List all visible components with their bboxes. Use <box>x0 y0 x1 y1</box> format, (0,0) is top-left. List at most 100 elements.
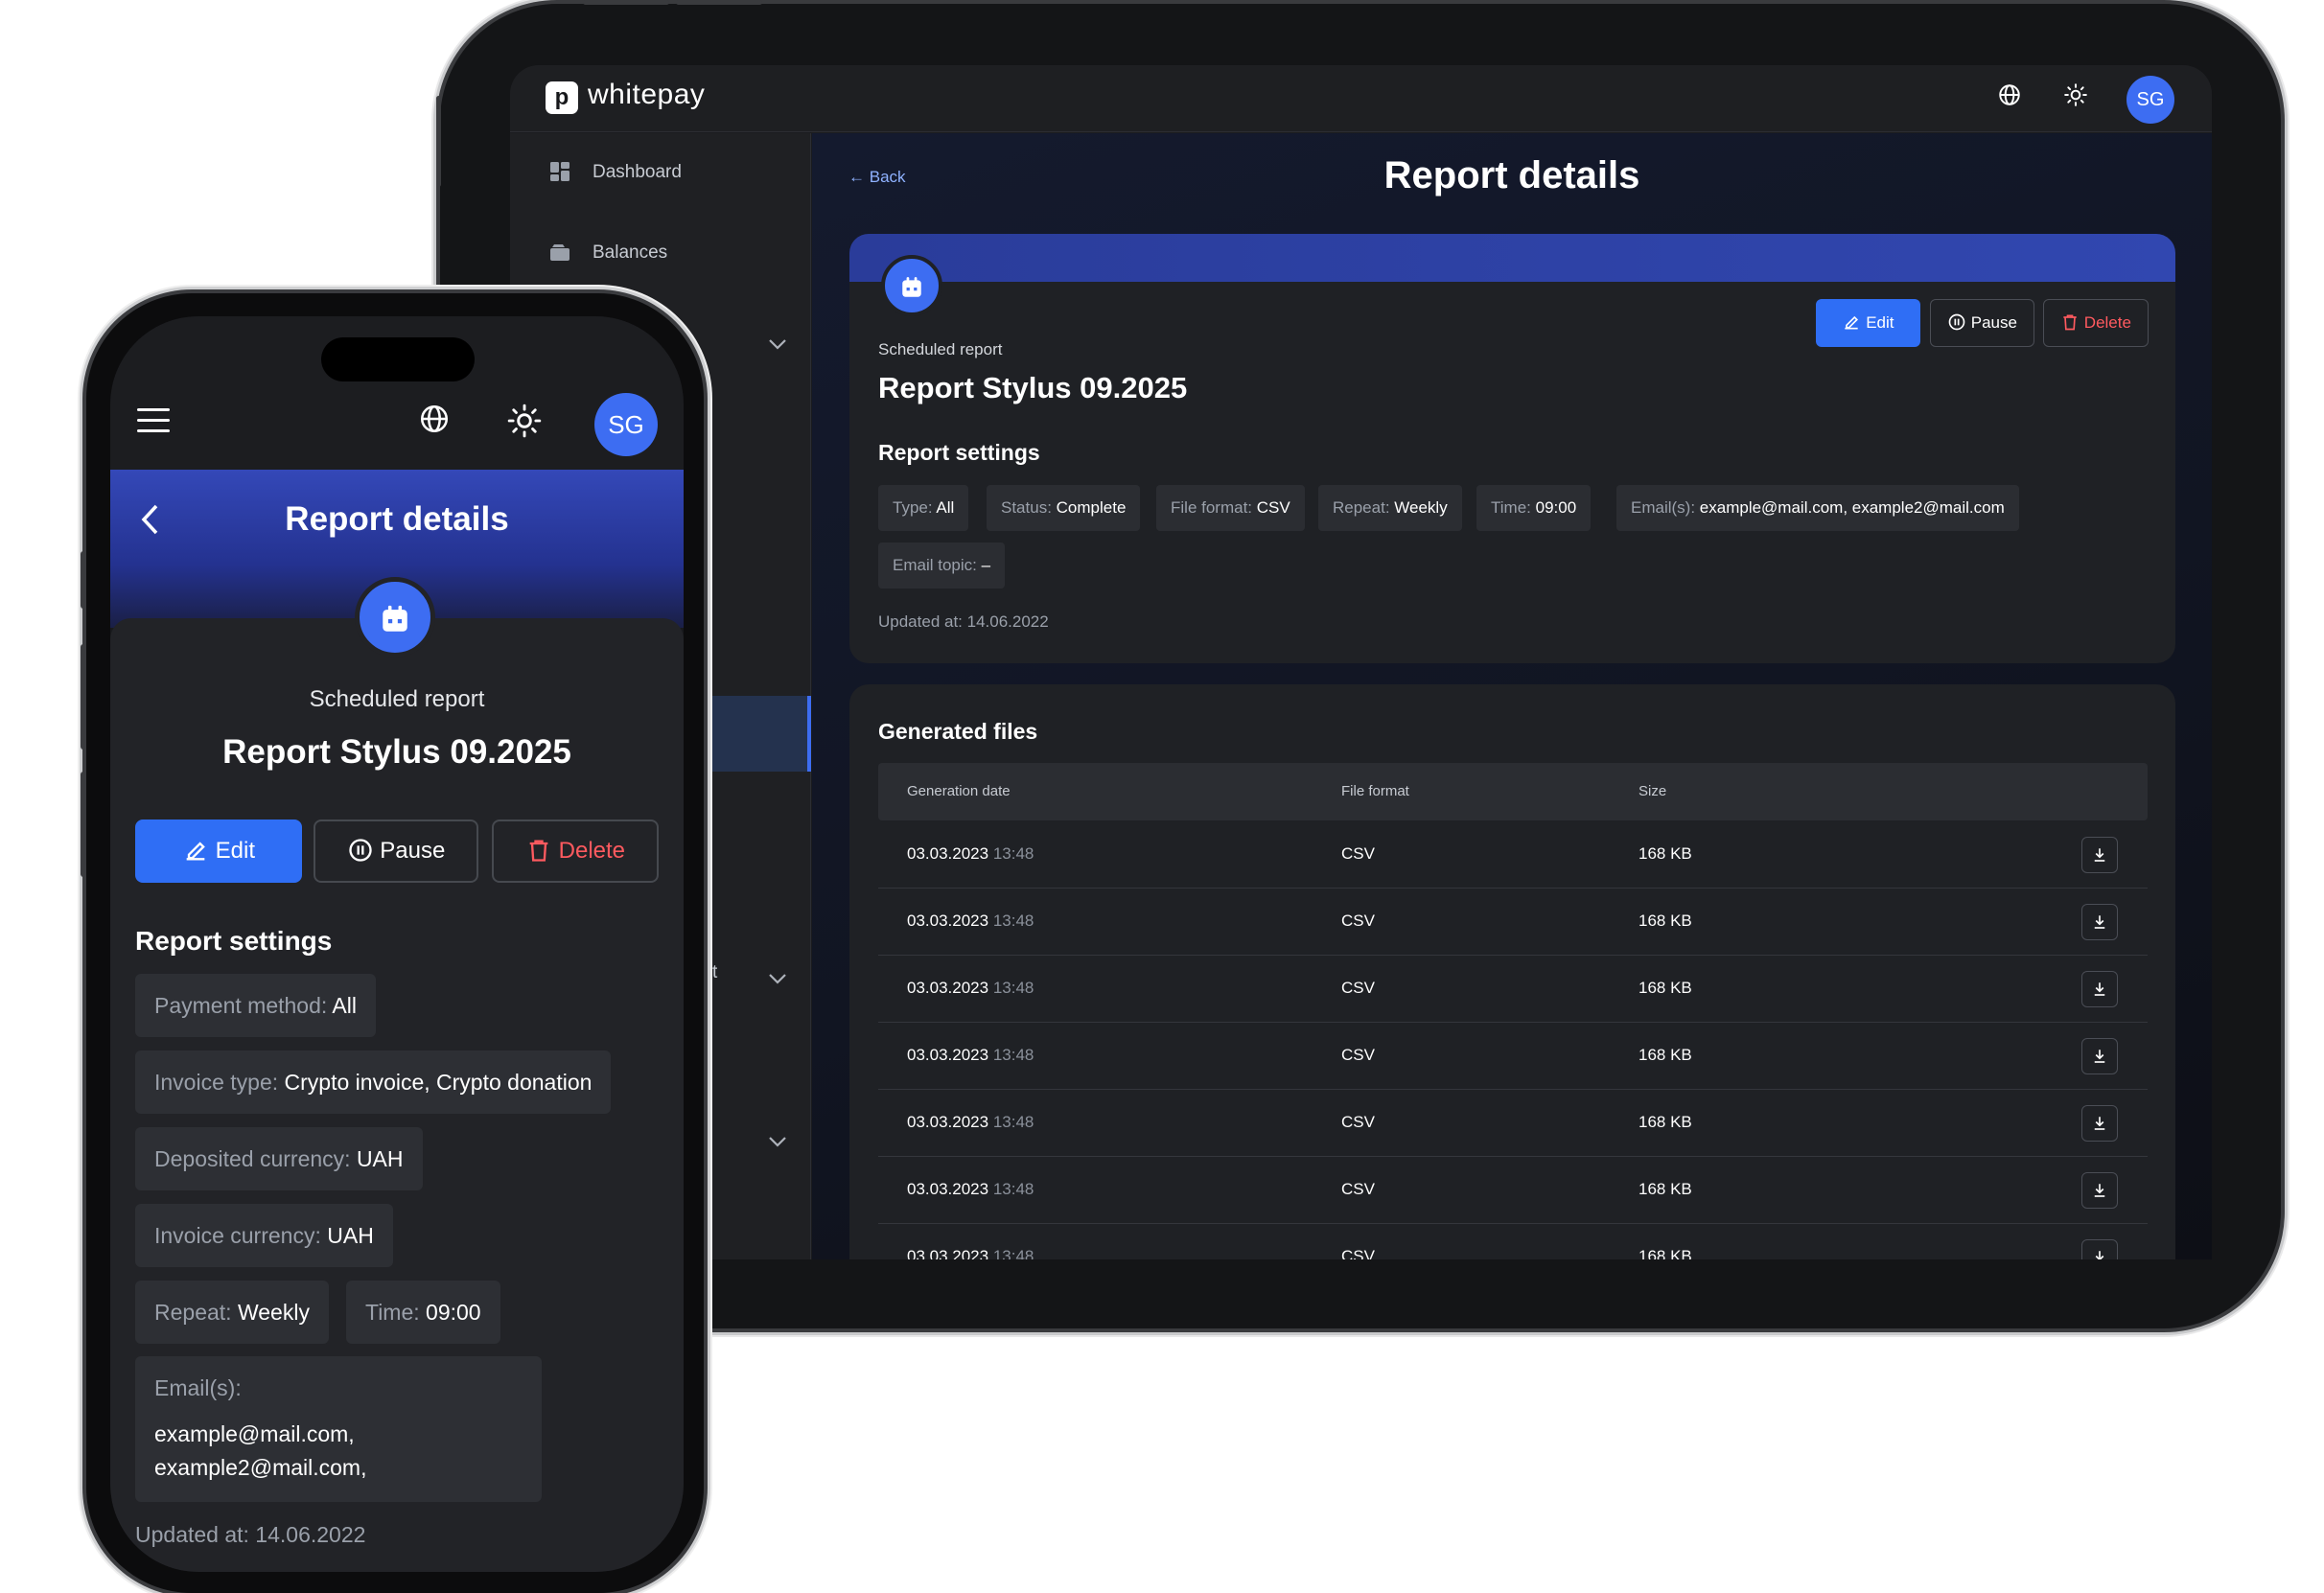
cell-generation-date: 03.03.2023 13:48 <box>907 979 1034 998</box>
settings-heading: Report settings <box>135 926 333 956</box>
cell-size: 168 KB <box>1638 912 1692 930</box>
avatar[interactable]: SG <box>594 393 658 456</box>
avatar[interactable]: SG <box>2126 76 2174 124</box>
report-name: Report Stylus 09.2025 <box>878 371 1188 404</box>
edit-button[interactable]: Edit <box>135 820 302 883</box>
phone-screen: SG Report details Scheduled report Repor… <box>110 316 684 1572</box>
cell-generation-date: 03.03.2023 13:48 <box>907 1046 1034 1065</box>
download-button[interactable] <box>2081 1038 2118 1074</box>
edit-label: Edit <box>1866 313 1894 332</box>
setting-emails: Email(s): example@mail.com, example2@mai… <box>1616 485 2019 531</box>
chip-value: CSV <box>1256 498 1290 517</box>
download-button[interactable] <box>2081 837 2118 873</box>
calendar-icon <box>881 255 942 316</box>
cell-size: 168 KB <box>1638 1046 1692 1064</box>
chevron-down-icon[interactable] <box>767 1132 788 1154</box>
pause-button[interactable]: Pause <box>1930 299 2034 347</box>
report-summary-card: Scheduled report Report Stylus 09.2025 E… <box>849 234 2175 663</box>
top-bar: p whitepay SG <box>510 65 2212 132</box>
sun-icon[interactable] <box>503 403 546 445</box>
chip-key: Repeat: <box>1333 498 1390 517</box>
email-2: example2@mail.com, <box>154 1455 367 1480</box>
chip-key: Status: <box>1001 498 1052 517</box>
chip-value: All <box>936 498 955 517</box>
chip-key: Time: <box>1491 498 1531 517</box>
chip-key: Payment method: <box>154 993 328 1018</box>
logo-text: whitepay <box>588 79 706 110</box>
download-icon <box>2094 982 2105 997</box>
edit-button[interactable]: Edit <box>1816 299 1920 347</box>
download-button[interactable] <box>2081 971 2118 1007</box>
wallet-icon <box>548 241 571 264</box>
phone-top-bar: SG <box>110 316 684 470</box>
cell-size: 168 KB <box>1638 1180 1692 1198</box>
cell-date: 03.03.2023 <box>907 1046 989 1064</box>
delete-label: Delete <box>558 838 626 864</box>
phone-side-button-3 <box>81 772 86 877</box>
column-generation-date: Generation date <box>907 783 1011 799</box>
download-button[interactable] <box>2081 1239 2118 1259</box>
globe-icon[interactable] <box>1990 80 2029 118</box>
download-button[interactable] <box>2081 1105 2118 1142</box>
sun-icon[interactable] <box>2057 80 2095 118</box>
cell-file-format: CSV <box>1341 912 1375 930</box>
table-row: 03.03.2023 13:48 CSV 168 KB <box>878 1090 2148 1157</box>
tablet-top-button-2 <box>676 0 762 5</box>
cell-size: 168 KB <box>1638 1113 1692 1131</box>
chip-value: UAH <box>356 1146 404 1171</box>
column-file-format: File format <box>1341 783 1409 799</box>
setting-repeat: Repeat: Weekly <box>135 1281 329 1344</box>
delete-button[interactable]: Delete <box>492 820 659 883</box>
delete-button[interactable]: Delete <box>2043 299 2149 347</box>
generated-files-heading: Generated files <box>878 719 1038 744</box>
tablet-screen: p whitepay SG Dashboard Balances s es <box>510 65 2212 1259</box>
cell-time: 13:48 <box>992 1046 1034 1064</box>
phone-side-button <box>81 551 86 609</box>
setting-file-format: File format: CSV <box>1156 485 1305 531</box>
chip-value: 09:00 <box>426 1300 481 1325</box>
delete-label: Delete <box>2083 313 2131 332</box>
setting-deposited-currency: Deposited currency: UAH <box>135 1127 423 1190</box>
chip-value: UAH <box>327 1223 374 1248</box>
sidebar-item-balances[interactable]: Balances <box>510 214 811 290</box>
download-icon <box>2094 848 2105 863</box>
column-size: Size <box>1638 783 1667 799</box>
updated-at: Updated at: 14.06.2022 <box>135 1522 366 1547</box>
back-link[interactable]: ← Back <box>848 168 906 187</box>
report-name: Report Stylus 09.2025 <box>222 733 571 771</box>
report-kind: Scheduled report <box>878 340 1003 358</box>
cell-date: 03.03.2023 <box>907 1180 989 1198</box>
chip-key: Email(s): <box>154 1375 242 1400</box>
cell-generation-date: 03.03.2023 13:48 <box>907 912 1034 931</box>
cell-file-format: CSV <box>1341 1046 1375 1064</box>
menu-icon[interactable] <box>137 408 172 433</box>
logo-icon: p <box>546 81 578 114</box>
cell-date: 03.03.2023 <box>907 1113 989 1131</box>
back-label: Back <box>869 168 906 186</box>
table-row: 03.03.2023 13:48 CSV 168 KB <box>878 1224 2148 1259</box>
chip-key: Invoice currency: <box>154 1223 321 1248</box>
globe-icon[interactable] <box>413 403 455 445</box>
dashboard-icon <box>548 160 571 183</box>
cell-date: 03.03.2023 <box>907 912 989 930</box>
sidebar-item-label: Dashboard <box>593 162 682 182</box>
cell-size: 168 KB <box>1638 844 1692 863</box>
download-button[interactable] <box>2081 1172 2118 1209</box>
chip-value: Weekly <box>1394 498 1448 517</box>
trash-icon <box>2063 314 2077 331</box>
email-1: example@mail.com, <box>154 1421 355 1446</box>
chip-key: Type: <box>893 498 933 517</box>
download-button[interactable] <box>2081 904 2118 940</box>
table-row: 03.03.2023 13:48 CSV 168 KB <box>878 956 2148 1023</box>
pause-icon <box>1948 313 1965 331</box>
pause-button[interactable]: Pause <box>314 820 478 883</box>
sidebar-item-dashboard[interactable]: Dashboard <box>510 133 811 210</box>
dynamic-island <box>321 337 475 381</box>
report-kind: Scheduled report <box>309 686 485 712</box>
chevron-down-icon[interactable] <box>767 969 788 991</box>
chevron-down-icon[interactable] <box>767 335 788 357</box>
chip-key: Deposited currency: <box>154 1146 351 1171</box>
chip-value: Complete <box>1056 498 1127 517</box>
cell-generation-date: 03.03.2023 13:48 <box>907 1247 1034 1259</box>
back-arrow-icon[interactable] <box>139 500 160 548</box>
